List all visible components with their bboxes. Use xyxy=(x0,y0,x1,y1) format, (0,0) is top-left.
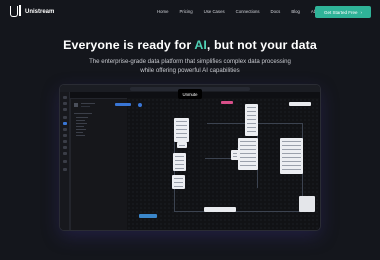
schema-side-panel xyxy=(70,98,128,230)
table-node[interactable] xyxy=(245,104,258,136)
get-started-label: Get Started Free xyxy=(323,9,358,15)
table-node[interactable] xyxy=(172,175,185,189)
hero-title: Everyone is ready for AI, but not your d… xyxy=(0,38,380,52)
toolbar-blue-button[interactable] xyxy=(115,103,131,106)
nav-link-docs[interactable]: Docs xyxy=(271,9,281,14)
nav-link-pricing[interactable]: Pricing xyxy=(179,9,192,14)
nav-link-blog[interactable]: Blog xyxy=(291,9,300,14)
table-node[interactable] xyxy=(231,150,239,160)
chevron-right-icon: › xyxy=(360,9,363,15)
brand-name: Unistream xyxy=(25,8,55,15)
hero-title-accent: AI xyxy=(194,38,207,52)
table-node[interactable] xyxy=(174,118,189,142)
nav-link-use-cases[interactable]: Use Cases xyxy=(204,9,225,14)
zoom-controls[interactable] xyxy=(204,207,236,212)
nav-link-home[interactable]: Home xyxy=(157,9,168,14)
hero-title-end: , but not your data xyxy=(206,38,317,52)
brand-logo[interactable]: Unistream xyxy=(10,5,55,17)
table-node[interactable] xyxy=(177,142,187,148)
hero-subtitle: The enterprise-grade data platform that … xyxy=(0,58,380,75)
hero-subtitle-line-2: while offering powerful AI capabilities xyxy=(140,66,240,74)
canvas-action-button[interactable] xyxy=(289,102,311,106)
unmute-label: Unmute xyxy=(182,91,198,97)
canvas-minimap[interactable] xyxy=(299,196,315,212)
table-node[interactable] xyxy=(173,153,186,171)
toolbar-blue-dot[interactable] xyxy=(138,103,142,107)
get-started-button[interactable]: Get Started Free › xyxy=(315,6,371,18)
selected-table-tag xyxy=(139,214,157,218)
table-node[interactable] xyxy=(238,138,258,170)
app-icon-rail xyxy=(60,92,70,230)
top-navigation: Unistream Home Pricing Use Cases Connect… xyxy=(0,0,380,24)
hero-title-start: Everyone is ready for xyxy=(63,38,195,52)
unmute-button[interactable]: Unmute xyxy=(178,89,202,99)
product-demo-video[interactable] xyxy=(60,85,320,230)
highlight-label xyxy=(221,101,233,104)
nav-menu: Home Pricing Use Cases Connections Docs … xyxy=(157,9,340,14)
hero-subtitle-line-1: The enterprise-grade data platform that … xyxy=(89,58,291,65)
table-node[interactable] xyxy=(280,138,303,174)
unistream-logo-icon xyxy=(10,5,21,17)
nav-link-connections[interactable]: Connections xyxy=(236,9,260,14)
